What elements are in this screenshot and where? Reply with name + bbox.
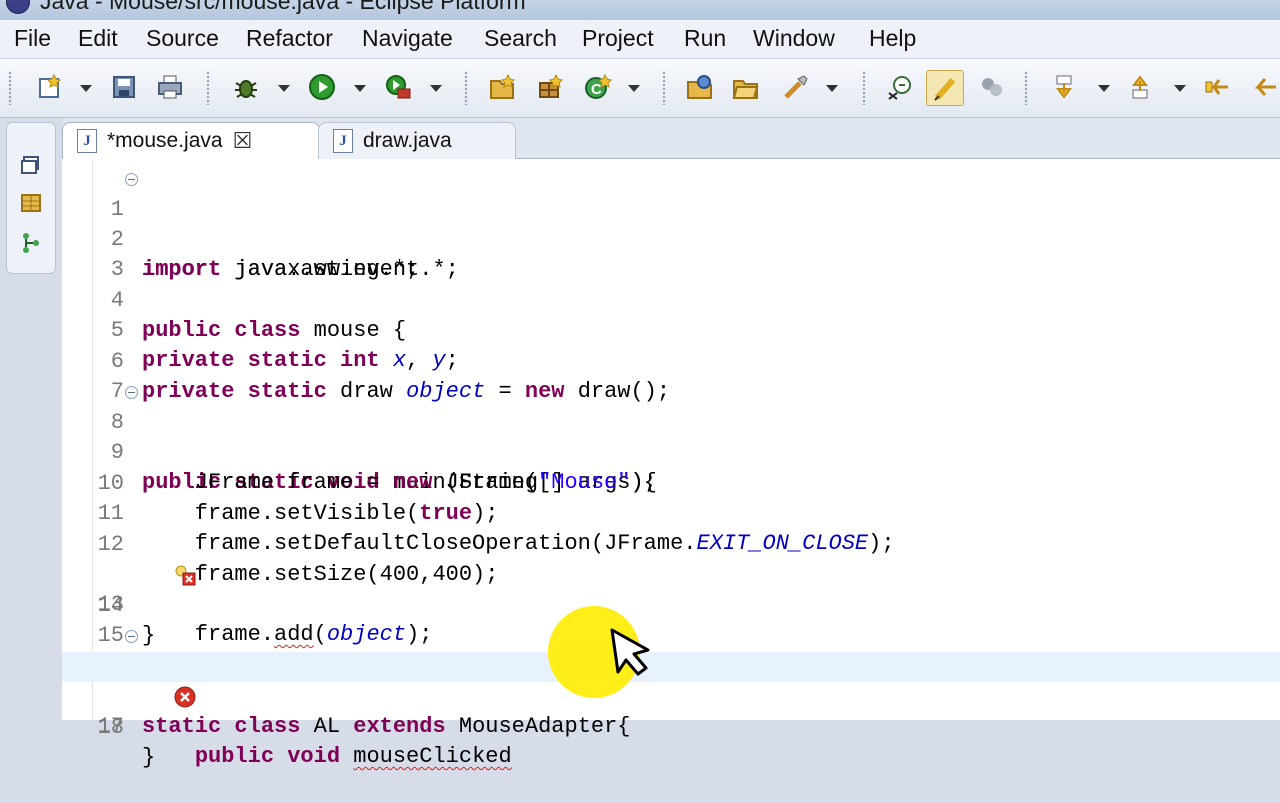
toolbar-separator (464, 71, 468, 105)
toolbar-separator (1024, 71, 1028, 105)
last-edit-icon[interactable] (1204, 73, 1232, 101)
quickfix-error-icon[interactable] (68, 534, 196, 586)
code-line: 4 public class mouse { (62, 256, 1280, 343)
code-line: 13 frame.add(object); (62, 530, 1280, 647)
toolbar-separator (206, 71, 210, 105)
main-toolbar: C (0, 59, 1280, 118)
external-tools-icon[interactable] (384, 73, 412, 101)
toggle-mark-occurrences-icon[interactable] (926, 70, 964, 106)
new-dropdown-arrow[interactable] (80, 85, 92, 92)
run-dropdown-arrow[interactable] (354, 85, 366, 92)
code-line: 11 frame.setDefaultCloseOperation(JFrame… (62, 469, 1280, 556)
code-line: 8 public static void main(String[] args)… (62, 378, 1280, 495)
title-bar: Java - Mouse/src/mouse.java - Eclipse Pl… (0, 0, 1280, 20)
code-line: 10 frame.setVisible(true); (62, 439, 1280, 526)
menu-run[interactable]: Run (684, 25, 726, 52)
editor-tab-bar: J *mouse.java ☒ J draw.java (62, 118, 1280, 159)
code-line: 5 private static int x, y; (62, 286, 1280, 373)
tab-mouse-java[interactable]: J *mouse.java ☒ (62, 122, 320, 159)
search-dropdown-arrow[interactable] (826, 85, 838, 92)
code-line-current: 17 public void mouseClicked (62, 652, 1280, 769)
fold-toggle-icon[interactable] (125, 173, 138, 186)
code-line: 6 private static draw object = new draw(… (62, 317, 1280, 404)
fold-toggle-icon[interactable] (125, 630, 138, 643)
toolbar-separator (662, 71, 666, 105)
tab-draw-java[interactable]: J draw.java (318, 122, 516, 159)
new-class-dropdown-arrow[interactable] (628, 85, 640, 92)
java-file-icon: J (333, 129, 353, 153)
svg-text:C: C (591, 81, 602, 98)
menu-refactor[interactable]: Refactor (246, 25, 333, 52)
menu-search[interactable]: Search (484, 25, 557, 52)
code-line: 7 (62, 347, 1280, 404)
code-text: static class AL extends MouseAdapter{ (142, 714, 631, 739)
code-text: } (142, 745, 156, 770)
show-whitespace-icon[interactable] (978, 73, 1006, 101)
menu-navigate[interactable]: Navigate (362, 25, 453, 52)
line-number: 18 (97, 715, 124, 740)
fold-toggle-icon[interactable] (125, 386, 138, 399)
menu-bar: File Edit Source Refactor Navigate Searc… (0, 20, 1280, 59)
previous-annotation-dropdown-arrow[interactable] (1174, 85, 1186, 92)
debug-icon[interactable] (232, 73, 260, 101)
java-file-icon: J (77, 129, 97, 153)
search-icon[interactable] (782, 73, 810, 101)
code-line: 15 (62, 591, 1280, 648)
menu-source[interactable]: Source (146, 25, 219, 52)
code-line: 2 import java.awt.event.*; (62, 195, 1280, 282)
code-line: 3 (62, 225, 1280, 282)
next-annotation-icon[interactable] (1052, 73, 1080, 101)
hierarchy-icon[interactable] (19, 231, 43, 255)
code-editor[interactable]: 1 import javax.swing.*; 2 import java.aw… (62, 159, 1280, 770)
code-line: 9 JFrame frame = new JFrame("Mouse"); (62, 408, 1280, 495)
package-explorer-icon[interactable] (19, 191, 43, 215)
minimized-views-panel (6, 122, 56, 274)
code-line: 18 } (62, 683, 1280, 770)
next-annotation-dropdown-arrow[interactable] (1098, 85, 1110, 92)
restore-view-icon[interactable] (19, 153, 43, 177)
code-text: public void mouseClicked (194, 744, 512, 769)
previous-annotation-icon[interactable] (1128, 73, 1156, 101)
editor-area: J *mouse.java ☒ J draw.java 1 import jav… (62, 118, 1280, 770)
save-icon[interactable] (110, 73, 138, 101)
code-line: 14 } (62, 561, 1280, 648)
external-tools-dropdown-arrow[interactable] (430, 85, 442, 92)
menu-file[interactable]: File (14, 25, 51, 52)
code-line: 12 frame.setSize(400,400); (62, 500, 1280, 587)
run-icon[interactable] (308, 73, 336, 101)
close-tab-icon[interactable]: ☒ (233, 128, 253, 154)
tab-label: draw.java (363, 129, 452, 152)
debug-dropdown-arrow[interactable] (278, 85, 290, 92)
code-line: 1 import javax.swing.*; (62, 165, 1280, 282)
new-class-icon[interactable]: C (584, 73, 612, 101)
tab-label: *mouse.java (107, 129, 223, 152)
mouse-pointer-icon (610, 628, 650, 676)
new-wizard-icon[interactable] (36, 73, 64, 101)
menu-window[interactable]: Window (753, 25, 835, 52)
toolbar-separator (862, 71, 866, 105)
menu-project[interactable]: Project (582, 25, 654, 52)
left-trim-bar (0, 118, 60, 720)
eclipse-app-icon (6, 0, 30, 14)
error-icon[interactable] (68, 656, 196, 708)
menu-help[interactable]: Help (869, 25, 916, 52)
print-icon[interactable] (156, 73, 184, 101)
open-type-icon[interactable] (686, 73, 714, 101)
toggle-breadcrumb-icon[interactable] (886, 73, 914, 101)
new-package-icon[interactable] (536, 73, 564, 101)
window-title: Java - Mouse/src/mouse.java - Eclipse Pl… (40, 0, 526, 14)
open-folder-icon[interactable] (732, 73, 760, 101)
back-icon[interactable] (1250, 73, 1278, 101)
toolbar-separator (8, 71, 12, 105)
code-line: 16 static class AL extends MouseAdapter{ (62, 622, 1280, 739)
new-java-project-icon[interactable] (488, 73, 516, 101)
menu-edit[interactable]: Edit (78, 25, 118, 52)
